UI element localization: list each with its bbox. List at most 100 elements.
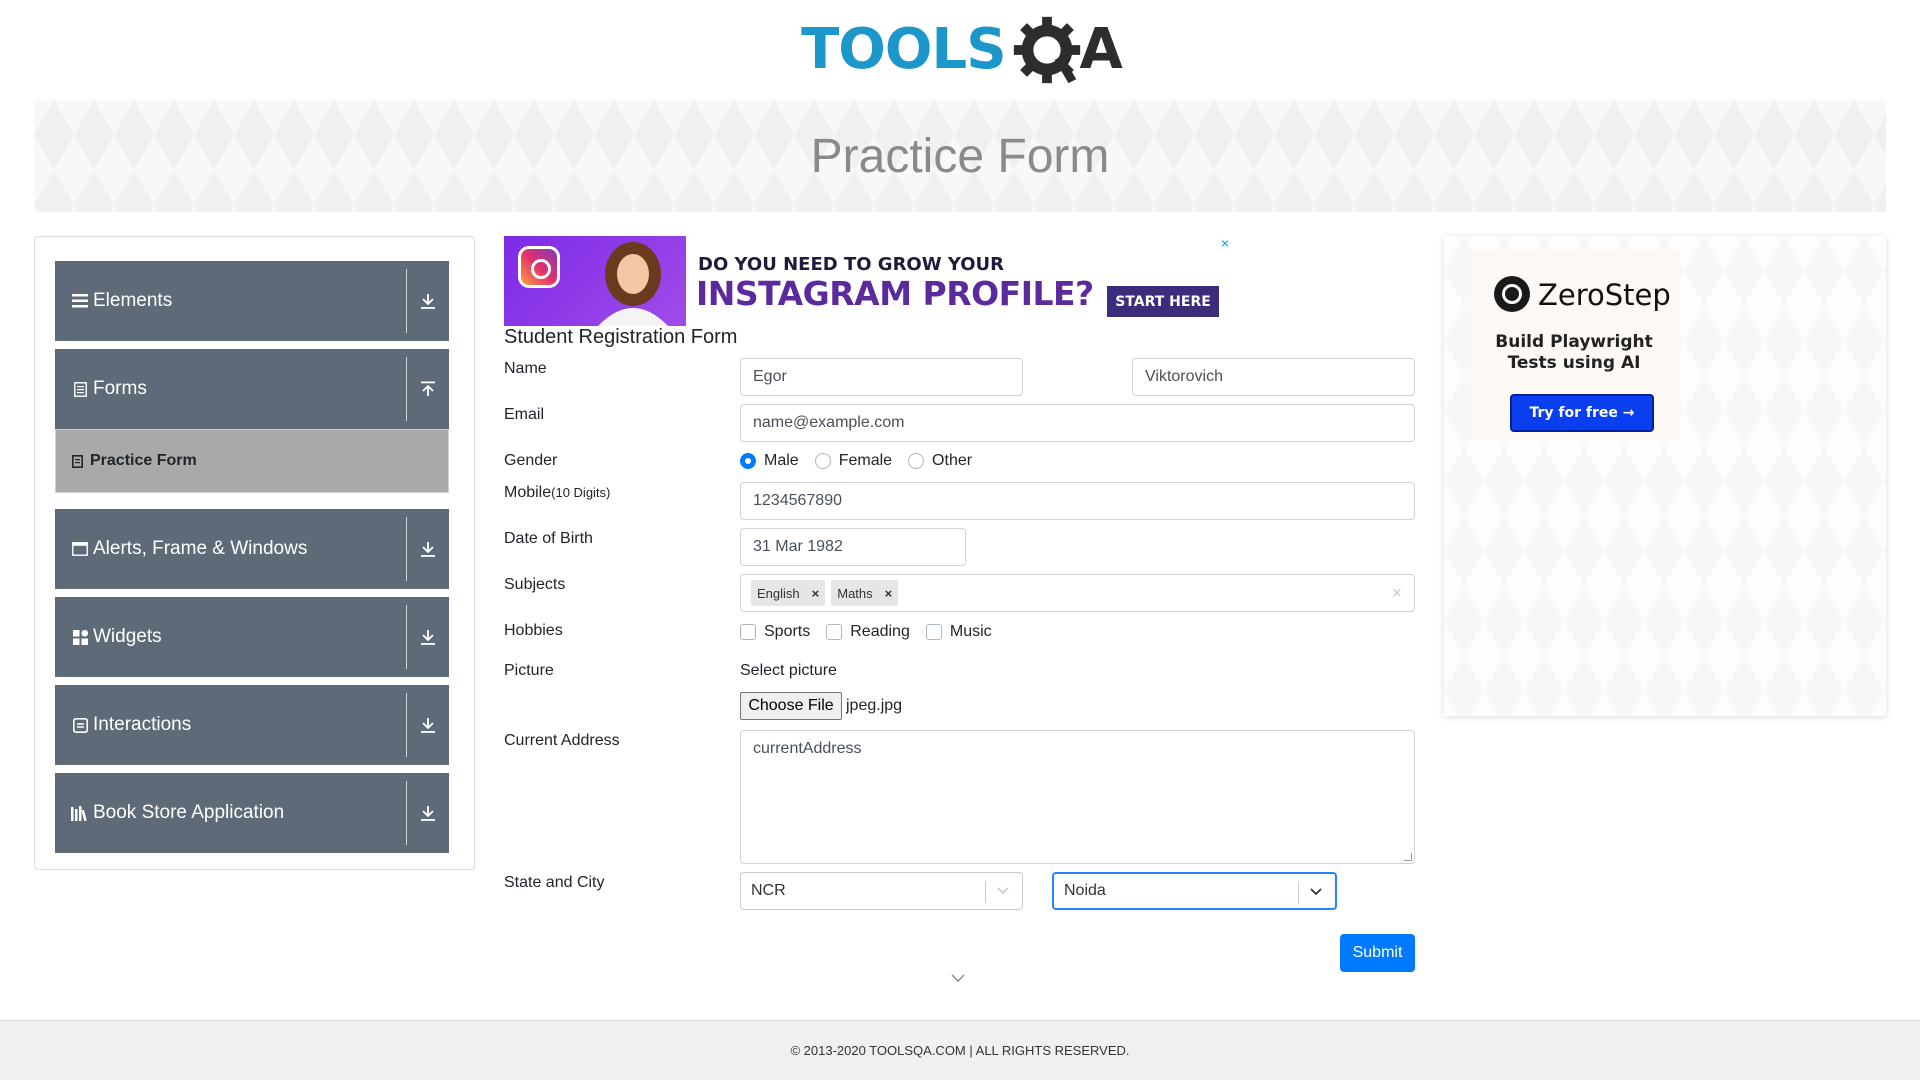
sidebar-item-practice-form[interactable]: Practice Form bbox=[55, 429, 449, 493]
gear-q-icon bbox=[1013, 16, 1080, 84]
hobby-music-checkbox[interactable]: Music bbox=[925, 623, 992, 641]
toolsqa-logo[interactable]: TOOLS A bbox=[801, 10, 1123, 90]
chevron-down-icon[interactable] bbox=[1305, 881, 1327, 903]
submit-button[interactable]: Submit bbox=[1340, 934, 1415, 972]
checkbox-label: Reading bbox=[850, 623, 910, 640]
radio-label: Female bbox=[838, 452, 893, 469]
download-icon[interactable] bbox=[407, 597, 449, 677]
checkbox[interactable] bbox=[925, 624, 942, 640]
sidebar-group-widgets[interactable]: Widgets bbox=[55, 597, 449, 677]
gender-radio-group: Male Female Other bbox=[740, 452, 988, 470]
clear-icon[interactable]: × bbox=[1391, 583, 1402, 604]
mobile-input[interactable]: 1234567890 bbox=[740, 482, 1415, 520]
ad-tagline-line2: Tests using AI bbox=[1507, 353, 1641, 373]
state-select[interactable]: NCR bbox=[740, 872, 1023, 910]
divider bbox=[985, 881, 986, 903]
start-here-button[interactable]: START HERE bbox=[1107, 286, 1219, 317]
sidebar: Elements Forms Practice Form Alerts, Fra… bbox=[34, 236, 475, 870]
ad-headline: DO YOU NEED TO GROW YOUR bbox=[698, 254, 1005, 275]
state-city-label: State and City bbox=[504, 874, 605, 891]
hobbies-label: Hobbies bbox=[504, 622, 563, 639]
subjects-label: Subjects bbox=[504, 576, 566, 593]
city-select[interactable]: Noida bbox=[1052, 872, 1337, 910]
sidebar-group-alerts[interactable]: Alerts, Frame & Windows bbox=[55, 509, 449, 589]
footer: © 2013-2020 TOOLSQA.COM | ALL RIGHTS RES… bbox=[0, 1020, 1920, 1080]
subject-chip-maths: Maths × bbox=[831, 580, 899, 606]
select-value: NCR bbox=[751, 882, 786, 899]
upload-icon[interactable] bbox=[407, 349, 449, 429]
chip-label: English bbox=[757, 585, 800, 601]
current-address-textarea[interactable]: currentAddress bbox=[740, 730, 1415, 864]
ad-image bbox=[504, 236, 686, 326]
subject-chip-english: English × bbox=[751, 580, 826, 606]
email-label: Email bbox=[504, 406, 545, 423]
remove-chip-icon[interactable]: × bbox=[806, 586, 826, 601]
current-address-label: Current Address bbox=[504, 732, 620, 749]
zerostep-ad[interactable]: ZeroStep Build Playwright Tests using AI… bbox=[1444, 236, 1886, 716]
instagram-icon bbox=[518, 246, 560, 288]
hobbies-checkbox-group: Sports Reading Music bbox=[740, 623, 1008, 641]
interaction-icon bbox=[71, 716, 89, 734]
gender-female-radio[interactable]: Female bbox=[814, 452, 893, 470]
checkbox-label: Sports bbox=[764, 623, 811, 640]
choose-file-button[interactable]: Choose File bbox=[740, 692, 842, 720]
close-icon[interactable]: × bbox=[1218, 236, 1232, 250]
download-icon[interactable] bbox=[407, 261, 449, 341]
sidebar-group-label: Elements bbox=[93, 290, 173, 311]
radio-unselected[interactable] bbox=[814, 453, 831, 469]
scroll-down-chevron-icon[interactable] bbox=[950, 972, 966, 984]
ad-subheadline: INSTAGRAM PROFILE? bbox=[696, 274, 1094, 313]
checkbox[interactable] bbox=[740, 624, 756, 640]
logo-qa-text: A bbox=[1079, 17, 1123, 82]
date-of-birth-input[interactable]: 31 Mar 1982 bbox=[740, 528, 966, 566]
download-icon[interactable] bbox=[407, 509, 449, 589]
header: TOOLS A bbox=[0, 0, 1920, 100]
chevron-down-icon[interactable] bbox=[992, 880, 1014, 902]
checkbox[interactable] bbox=[826, 624, 843, 640]
books-icon bbox=[71, 804, 89, 822]
radio-selected[interactable] bbox=[740, 453, 756, 469]
sidebar-group-forms[interactable]: Forms bbox=[55, 349, 449, 429]
sidebar-group-elements[interactable]: Elements bbox=[55, 261, 449, 341]
list-icon bbox=[71, 292, 89, 310]
download-icon[interactable] bbox=[407, 773, 449, 853]
textarea-placeholder: currentAddress bbox=[753, 740, 862, 757]
email-input[interactable]: name@example.com bbox=[740, 404, 1415, 442]
ad-tagline: Build Playwright Tests using AI bbox=[1468, 332, 1680, 374]
radio-label: Other bbox=[932, 452, 973, 469]
gender-male-radio[interactable]: Male bbox=[740, 452, 799, 470]
hobby-reading-checkbox[interactable]: Reading bbox=[826, 623, 910, 641]
hobby-sports-checkbox[interactable]: Sports bbox=[740, 623, 810, 641]
file-name: jpeg.jpg bbox=[846, 697, 903, 714]
sidebar-group-interactions[interactable]: Interactions bbox=[55, 685, 449, 765]
subjects-input[interactable]: English × Maths × × bbox=[740, 574, 1415, 612]
logo-tools-text: TOOLS bbox=[801, 17, 1006, 82]
radio-unselected[interactable] bbox=[908, 453, 925, 469]
gender-other-radio[interactable]: Other bbox=[908, 452, 972, 470]
ad-tagline-line1: Build Playwright bbox=[1495, 332, 1653, 352]
download-icon[interactable] bbox=[407, 685, 449, 765]
sidebar-group-label: Alerts, Frame & Windows bbox=[93, 538, 308, 559]
page-banner: Practice Form bbox=[34, 100, 1886, 212]
instagram-ad[interactable]: DO YOU NEED TO GROW YOUR INSTAGRAM PROFI… bbox=[504, 236, 1232, 326]
divider bbox=[1298, 882, 1299, 904]
mobile-label: Mobile(10 Digits) bbox=[504, 484, 610, 502]
name-label: Name bbox=[504, 360, 547, 377]
mobile-hint: (10 Digits) bbox=[551, 485, 611, 500]
select-picture-label: Select picture bbox=[740, 662, 837, 679]
last-name-input[interactable]: Viktorovich bbox=[1132, 358, 1415, 396]
copyright-text: © 2013-2020 TOOLSQA.COM | ALL RIGHTS RES… bbox=[790, 1043, 1130, 1058]
ad-brand: ZeroStep bbox=[1538, 278, 1671, 312]
select-value: Noida bbox=[1064, 882, 1106, 899]
ad-card: ZeroStep Build Playwright Tests using AI… bbox=[1468, 250, 1680, 440]
chip-label: Maths bbox=[837, 585, 873, 601]
window-icon bbox=[71, 540, 89, 558]
try-for-free-button[interactable]: Try for free → bbox=[1510, 394, 1654, 432]
resize-handle[interactable] bbox=[1404, 853, 1412, 861]
remove-chip-icon[interactable]: × bbox=[879, 586, 899, 601]
page-title: Practice Form bbox=[810, 129, 1110, 183]
sidebar-group-book-store[interactable]: Book Store Application bbox=[55, 773, 449, 853]
person-image bbox=[598, 242, 668, 326]
first-name-input[interactable]: Egor bbox=[740, 358, 1023, 396]
sidebar-item-label: Practice Form bbox=[90, 452, 197, 469]
